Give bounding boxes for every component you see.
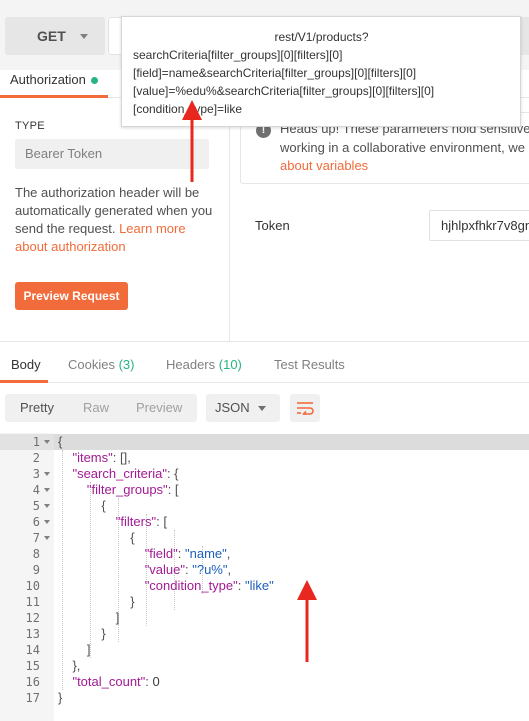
line-number: 10 <box>25 579 40 593</box>
code-line: } <box>58 690 63 705</box>
tab-authorization[interactable]: Authorization <box>0 70 108 98</box>
wrap-lines-icon <box>297 402 314 415</box>
fold-toggle-icon[interactable] <box>44 520 50 524</box>
token-input[interactable]: hjhlpxfhkr7v8gn <box>429 210 529 241</box>
line-number: 16 <box>25 675 40 689</box>
code-line: "field": "name", <box>144 546 231 561</box>
line-number: 6 <box>32 515 40 529</box>
code-line: "value": "?u%", <box>144 562 232 577</box>
code-line: "total_count": 0 <box>72 674 160 689</box>
line-number: 12 <box>25 611 40 625</box>
code-line: { <box>58 434 63 449</box>
code-line: "condition_type": "like" <box>144 578 274 593</box>
annotation-arrow-icon <box>182 100 202 182</box>
code-line: ] <box>58 642 91 657</box>
tab-body[interactable]: Body <box>11 357 41 372</box>
code-line: { <box>58 530 135 545</box>
response-toolbar: Pretty Raw Preview JSON <box>0 384 529 432</box>
fold-toggle-icon[interactable] <box>44 472 50 476</box>
method-select[interactable]: GET <box>5 17 105 55</box>
type-label: TYPE <box>15 120 45 132</box>
tab-cookies[interactable]: Cookies (3) <box>68 357 134 372</box>
line-number: 14 <box>25 643 40 657</box>
tooltip-line: [field]=name&searchCriteria[filter_group… <box>133 66 417 80</box>
method-label: GET <box>37 28 66 44</box>
line-number: 5 <box>32 499 40 513</box>
line-number: 17 <box>25 691 40 705</box>
line-number: 1 <box>32 435 40 449</box>
line-number: 9 <box>32 563 40 577</box>
line-number: 2 <box>32 451 40 465</box>
line-number: 13 <box>25 627 40 641</box>
line-number: 7 <box>32 531 40 545</box>
response-tabs: Body Cookies (3) Headers (10) Test Resul… <box>0 341 529 383</box>
active-line-highlight <box>54 434 529 450</box>
code-line: "filters": [ <box>115 514 167 529</box>
about-variables-link[interactable]: about variables <box>280 158 368 173</box>
wrap-lines-button[interactable] <box>290 394 320 422</box>
preview-button[interactable]: Preview <box>136 400 182 415</box>
view-mode-switch: Pretty Raw Preview <box>5 394 197 422</box>
annotation-arrow-icon <box>297 580 317 662</box>
chevron-down-icon <box>258 406 266 411</box>
response-body-editor[interactable]: 1 2 3 4 5 6 7 8 9 10 11 12 13 14 15 16 1… <box>0 433 529 721</box>
code-line: { <box>58 498 106 513</box>
auth-description: The authorization header will be automat… <box>15 184 220 256</box>
fold-toggle-icon[interactable] <box>44 488 50 492</box>
active-tab-indicator <box>0 380 48 383</box>
code-line: "filter_groups": [ <box>86 482 179 497</box>
tab-headers[interactable]: Headers (10) <box>166 357 242 372</box>
fold-toggle-icon[interactable] <box>44 440 50 444</box>
line-number: 15 <box>25 659 40 673</box>
code-line: }, <box>58 658 81 673</box>
fold-toggle-icon[interactable] <box>44 536 50 540</box>
code-line: ] <box>58 610 120 625</box>
tab-cookies-label: Cookies <box>68 357 115 372</box>
line-number: 4 <box>32 483 40 497</box>
headers-count: (10) <box>218 357 242 372</box>
code-line: "items": [], <box>72 450 131 465</box>
tooltip-line: rest/V1/products? <box>274 30 369 44</box>
pretty-button[interactable]: Pretty <box>20 400 54 415</box>
code-line: "search_criteria": { <box>72 466 179 481</box>
tooltip-line: searchCriteria[filter_groups][0][filters… <box>133 48 343 62</box>
line-number: 8 <box>32 547 40 561</box>
format-select[interactable]: JSON <box>206 394 280 422</box>
tab-headers-label: Headers <box>166 357 216 372</box>
token-label: Token <box>255 218 290 233</box>
status-dot-icon <box>90 77 98 84</box>
chevron-down-icon <box>79 33 88 39</box>
code-line: } <box>58 626 106 641</box>
code-line: } <box>58 594 135 609</box>
tab-test-results[interactable]: Test Results <box>274 357 345 372</box>
preview-request-button[interactable]: Preview Request <box>15 282 128 310</box>
raw-button[interactable]: Raw <box>83 400 109 415</box>
notice-text: working in a collaborative environment, … <box>280 140 529 155</box>
cookies-count: (3) <box>118 357 135 372</box>
line-number: 11 <box>25 595 40 609</box>
line-number: 3 <box>32 467 40 481</box>
format-label: JSON <box>215 400 250 415</box>
tab-authorization-label: Authorization <box>10 72 86 87</box>
fold-toggle-icon[interactable] <box>44 504 50 508</box>
